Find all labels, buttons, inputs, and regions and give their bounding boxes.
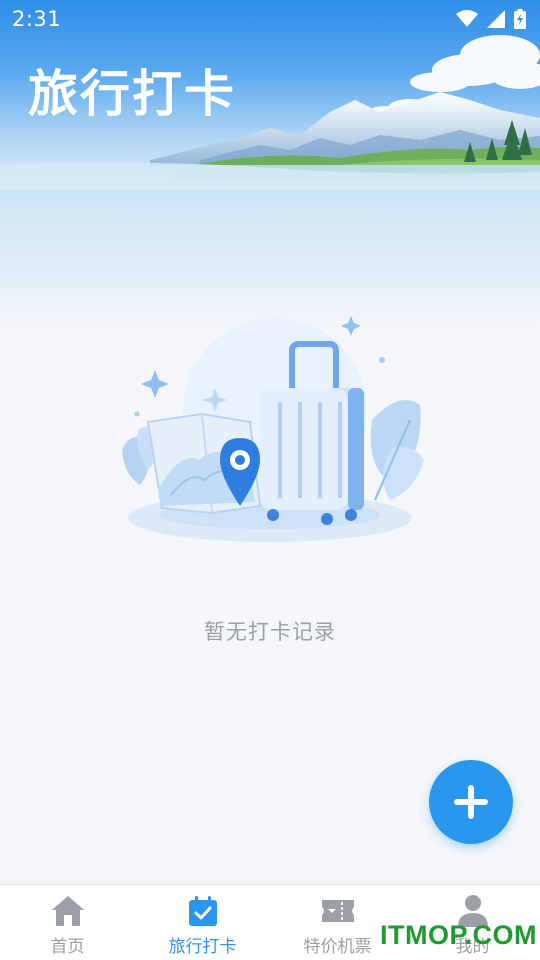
- empty-state-illustration: [122, 316, 424, 542]
- empty-state-message: 暂无打卡记录: [204, 620, 336, 644]
- status-bar: 2:31: [0, 0, 540, 38]
- wifi-icon: [456, 10, 478, 27]
- tab-home[interactable]: 首页: [0, 885, 135, 960]
- plus-icon: [454, 785, 488, 819]
- tab-travel-checkin[interactable]: 旅行打卡: [135, 885, 270, 960]
- add-checkin-button[interactable]: [429, 760, 513, 844]
- battery-icon: [514, 9, 526, 29]
- status-time: 2:31: [12, 7, 62, 31]
- signal-icon: [487, 10, 505, 28]
- ticket-icon: [320, 893, 356, 929]
- status-icons: [456, 9, 526, 29]
- mountain-lake-scenery: [0, 35, 540, 330]
- watermark: ITMOP.COM: [380, 920, 538, 950]
- tab-label: 旅行打卡: [168, 937, 237, 957]
- tab-label: 特价机票: [303, 937, 372, 957]
- page-title: 旅行打卡: [28, 65, 236, 123]
- header-banner: [0, 0, 540, 330]
- tab-label: 首页: [50, 937, 85, 957]
- home-icon: [50, 893, 86, 929]
- calendar-check-icon: [185, 893, 221, 929]
